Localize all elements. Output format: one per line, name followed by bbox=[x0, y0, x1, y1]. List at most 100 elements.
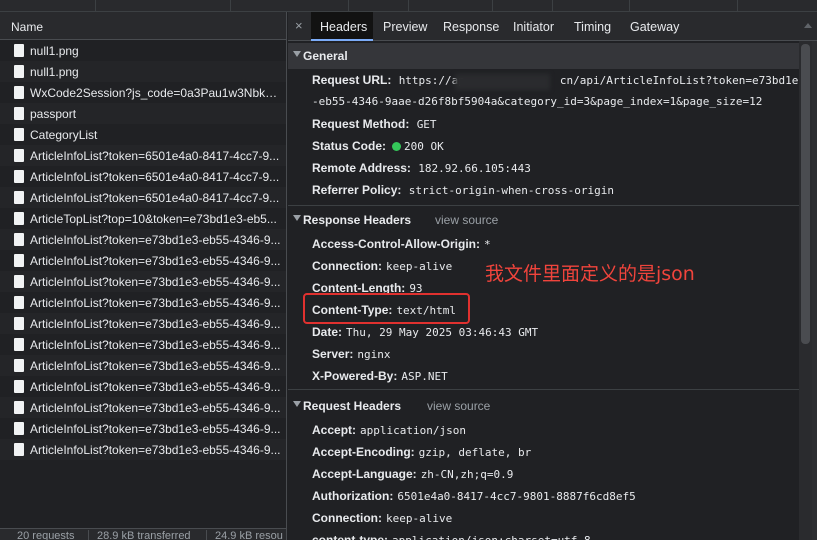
section-divider bbox=[288, 389, 800, 390]
request-method-row: Request Method: GET bbox=[312, 117, 437, 131]
toolbar-cell bbox=[0, 0, 96, 12]
name-column-header[interactable]: Name bbox=[0, 12, 286, 40]
header-value: keep-alive bbox=[386, 512, 453, 525]
header-key: content-type: bbox=[312, 533, 388, 540]
detail-scrollbar-thumb[interactable] bbox=[801, 44, 810, 344]
toolbar-cell bbox=[493, 0, 553, 12]
request-row[interactable]: ArticleInfoList?token=e73bd1e3-eb55-4346… bbox=[0, 355, 286, 376]
name-column-label: Name bbox=[11, 20, 44, 34]
section-title: General bbox=[303, 49, 348, 63]
tab-gateway[interactable]: Gateway bbox=[630, 12, 679, 41]
tab-preview[interactable]: Preview bbox=[383, 12, 427, 41]
top-toolbar-strip bbox=[0, 0, 817, 12]
tab-response[interactable]: Response bbox=[443, 12, 499, 41]
header-value: strict-origin-when-cross-origin bbox=[408, 184, 615, 197]
request-row[interactable]: ArticleInfoList?token=6501e4a0-8417-4cc7… bbox=[0, 187, 286, 208]
request-row[interactable]: passport bbox=[0, 103, 286, 124]
request-row[interactable]: ArticleInfoList?token=e73bd1e3-eb55-4346… bbox=[0, 397, 286, 418]
header-key: Authorization: bbox=[312, 489, 394, 503]
request-name: ArticleInfoList?token=e73bd1e3-eb55-4346… bbox=[30, 401, 281, 415]
file-icon bbox=[14, 128, 24, 141]
view-source-link[interactable]: view source bbox=[427, 399, 490, 413]
right-edge-panel bbox=[812, 41, 817, 540]
request-row[interactable]: ArticleInfoList?token=e73bd1e3-eb55-4346… bbox=[0, 250, 286, 271]
request-row[interactable]: ArticleInfoList?token=6501e4a0-8417-4cc7… bbox=[0, 166, 286, 187]
header-value: GET bbox=[416, 118, 437, 131]
request-name: ArticleInfoList?token=6501e4a0-8417-4cc7… bbox=[30, 191, 280, 205]
file-icon bbox=[14, 401, 24, 414]
file-icon bbox=[14, 191, 24, 204]
referrer-policy-row: Referrer Policy: strict-origin-when-cros… bbox=[312, 183, 614, 197]
toolbar-cell bbox=[553, 0, 630, 12]
header-value: gzip, deflate, br bbox=[418, 446, 532, 459]
general-section-header[interactable]: General bbox=[288, 43, 800, 69]
file-icon bbox=[14, 254, 24, 267]
file-icon bbox=[14, 86, 24, 99]
file-icon bbox=[14, 44, 24, 57]
tab-label: Preview bbox=[383, 20, 428, 34]
section-divider bbox=[288, 205, 800, 206]
toolbar-cell bbox=[349, 0, 409, 12]
request-name: passport bbox=[30, 107, 77, 121]
header-value: 200 OK bbox=[404, 140, 444, 153]
request-row[interactable]: ArticleInfoList?token=e73bd1e3-eb55-4346… bbox=[0, 313, 286, 334]
tab-headers[interactable]: Headers bbox=[311, 12, 373, 41]
header-key: Referrer Policy: bbox=[312, 183, 402, 197]
request-name: ArticleInfoList?token=6501e4a0-8417-4cc7… bbox=[30, 149, 280, 163]
request-row[interactable]: ArticleInfoList?token=e73bd1e3-eb55-4346… bbox=[0, 271, 286, 292]
header-key: Accept-Encoding: bbox=[312, 445, 415, 459]
header-value: application/json bbox=[360, 424, 466, 437]
request-row[interactable]: ArticleInfoList?token=e73bd1e3-eb55-4346… bbox=[0, 376, 286, 397]
tab-initiator[interactable]: Initiator bbox=[513, 12, 554, 41]
section-title: Request Headers bbox=[303, 399, 402, 413]
redacted-host bbox=[455, 74, 550, 90]
tab-label: Timing bbox=[574, 20, 612, 34]
request-row[interactable]: ArticleInfoList?token=6501e4a0-8417-4cc7… bbox=[0, 145, 286, 166]
tab-timing[interactable]: Timing bbox=[574, 12, 611, 41]
request-row[interactable]: ArticleInfoList?token=e73bd1e3-eb55-4346… bbox=[0, 292, 286, 313]
request-row[interactable]: ArticleInfoList?token=e73bd1e3-eb55-4346… bbox=[0, 334, 286, 355]
toolbar-cell bbox=[630, 0, 738, 12]
header-row: Access-Control-Allow-Origin: * bbox=[312, 237, 491, 251]
scroll-up-arrow-icon[interactable] bbox=[804, 23, 812, 28]
header-value: zh-CN,zh;q=0.9 bbox=[420, 468, 514, 481]
toolbar-cell bbox=[231, 0, 349, 12]
header-key: Request URL: bbox=[312, 73, 392, 87]
request-row[interactable]: null1.png bbox=[0, 61, 286, 82]
request-row[interactable]: null1.png bbox=[0, 40, 286, 61]
collapse-triangle-icon bbox=[293, 51, 301, 57]
detail-tabbar: × Headers Preview Response Initiator Tim… bbox=[288, 12, 817, 41]
close-icon[interactable]: × bbox=[295, 18, 303, 33]
file-icon bbox=[14, 233, 24, 246]
request-row[interactable]: ArticleInfoList?token=e73bd1e3-eb55-4346… bbox=[0, 439, 286, 460]
file-icon bbox=[14, 317, 24, 330]
header-row: Server: nginx bbox=[312, 347, 391, 361]
response-headers-section-header[interactable]: Response Headers view source bbox=[288, 207, 800, 233]
header-value: cn/api/ArticleInfoList?token=e73bd1e3 bbox=[559, 74, 805, 87]
request-headers-section-header[interactable]: Request Headers view source bbox=[288, 393, 800, 419]
header-key: Accept: bbox=[312, 423, 357, 437]
request-row[interactable]: ArticleInfoList?token=e73bd1e3-eb55-4346… bbox=[0, 229, 286, 250]
request-name: ArticleInfoList?token=e73bd1e3-eb55-4346… bbox=[30, 296, 281, 310]
request-row[interactable]: CategoryList bbox=[0, 124, 286, 145]
request-row[interactable]: ArticleInfoList?token=e73bd1e3-eb55-4346… bbox=[0, 418, 286, 439]
header-key: X-Powered-By: bbox=[312, 369, 398, 383]
file-icon bbox=[14, 107, 24, 120]
request-name: ArticleInfoList?token=e73bd1e3-eb55-4346… bbox=[30, 380, 281, 394]
view-source-link[interactable]: view source bbox=[435, 213, 498, 227]
request-row[interactable]: ArticleTopList?top=10&token=e73bd1e3-eb5… bbox=[0, 208, 286, 229]
file-icon bbox=[14, 338, 24, 351]
request-name: null1.png bbox=[30, 44, 79, 58]
header-value: 6501e4a0-8417-4cc7-9801-8887f6cd8ef5 bbox=[397, 490, 636, 503]
request-name: ArticleInfoList?token=e73bd1e3-eb55-4346… bbox=[30, 275, 281, 289]
request-row[interactable]: WxCode2Session?js_code=0a3Pau1w3NbkY4... bbox=[0, 82, 286, 103]
tab-label: Response bbox=[443, 20, 500, 34]
header-row: Connection: keep-alive bbox=[312, 511, 452, 525]
request-name: CategoryList bbox=[30, 128, 98, 142]
section-title: Response Headers bbox=[303, 213, 412, 227]
header-row: Accept-Encoding: gzip, deflate, br bbox=[312, 445, 531, 459]
header-key: Access-Control-Allow-Origin: bbox=[312, 237, 481, 251]
request-name: WxCode2Session?js_code=0a3Pau1w3NbkY4... bbox=[30, 86, 282, 100]
header-value: 182.92.66.105:443 bbox=[418, 162, 531, 175]
header-key: Request Method: bbox=[312, 117, 410, 131]
